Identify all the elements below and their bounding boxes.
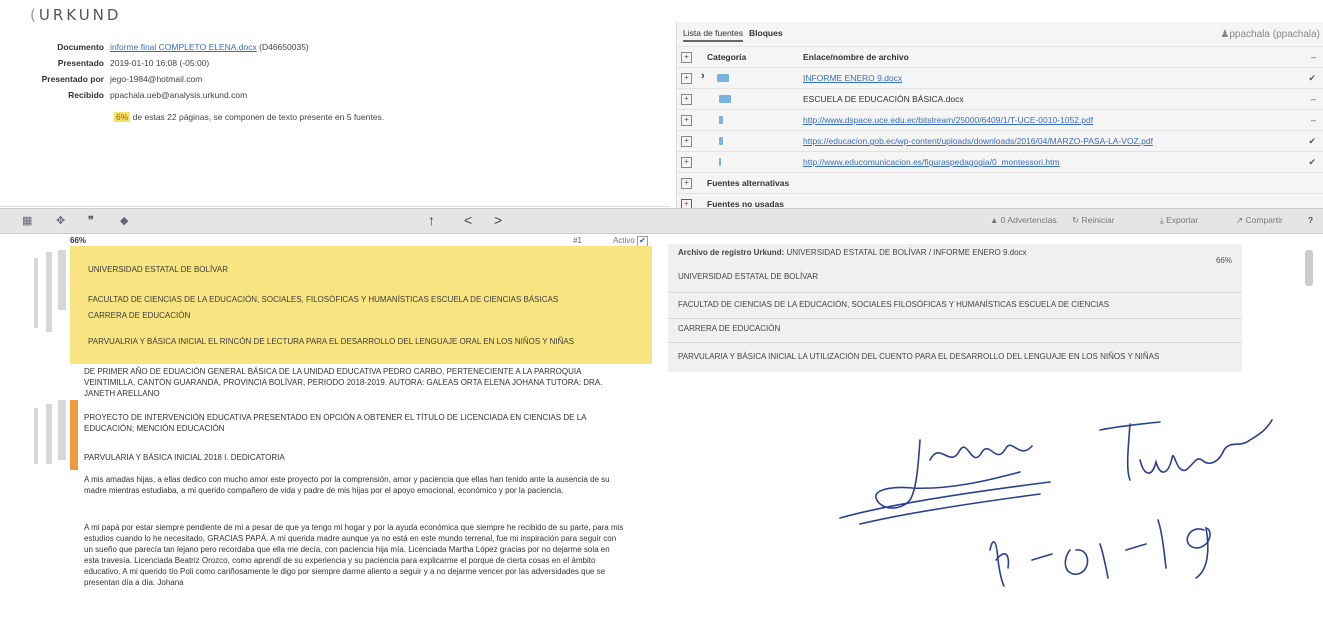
internet-source-icon bbox=[719, 116, 723, 124]
document-icon bbox=[719, 95, 731, 103]
header-minus-icon[interactable]: – bbox=[1311, 52, 1316, 62]
source-row[interactable]: + http://www.educomunicacion.es/figurasp… bbox=[677, 151, 1323, 172]
handwritten-signature bbox=[839, 419, 1273, 587]
move-icon[interactable]: ✥ bbox=[56, 214, 65, 227]
user-account[interactable]: ♟ppachala (ppachala) bbox=[1220, 29, 1320, 40]
document-paragraph: PARVULARIA Y BÁSICA INICIAL 2018 I. DEDI… bbox=[84, 453, 285, 462]
warnings-button[interactable]: ▲ 0 Advertencias. bbox=[990, 215, 1059, 225]
source-checkbox[interactable]: ✔ bbox=[1308, 73, 1316, 84]
scrollbar[interactable] bbox=[1305, 250, 1313, 286]
expand-icon[interactable]: + bbox=[681, 178, 692, 189]
margin-marker bbox=[34, 408, 38, 464]
summary-row: 6% de estas 22 páginas, se componen de t… bbox=[114, 112, 385, 122]
source-checkbox[interactable]: ✔ bbox=[1308, 157, 1316, 168]
document-metadata: Documento informe final COMPLETO ELENA.do… bbox=[0, 36, 670, 207]
source-checkbox[interactable]: – bbox=[1311, 115, 1316, 125]
match-header: 66% #1 Activo ✔ bbox=[70, 236, 652, 247]
document-icon bbox=[717, 74, 729, 82]
recibido-row: Recibido ppachala.ueb@analysis.urkund.com bbox=[68, 90, 248, 100]
expand-icon[interactable]: + bbox=[681, 73, 692, 84]
help-icon[interactable]: ? bbox=[1308, 215, 1313, 225]
document-paragraph: PROYECTO DE INTERVENCIÓN EDUCATIVA PRESE… bbox=[84, 413, 587, 433]
nav-next-button[interactable]: > bbox=[494, 212, 502, 228]
expand-icon[interactable]: + bbox=[681, 136, 692, 147]
margin-marker bbox=[34, 258, 38, 328]
share-icon: ↗ bbox=[1236, 215, 1244, 225]
alternative-sources-row[interactable]: + Fuentes alternativas bbox=[677, 172, 1323, 193]
sources-tabs: Lista de fuentes Bloques bbox=[683, 28, 789, 42]
margin-marker bbox=[46, 252, 52, 332]
match-percent: 66% bbox=[70, 236, 87, 245]
expand-all-icon[interactable]: + bbox=[681, 52, 692, 63]
tag-icon[interactable]: ◆ bbox=[120, 214, 128, 227]
document-paragraph: DE PRIMER AÑO DE EDUACIÓN GENERAL BÁSICA… bbox=[84, 367, 603, 398]
source-row[interactable]: + › INFORME ENERO 9.docx ✔ bbox=[677, 67, 1323, 88]
reset-button[interactable]: ↻ Reiniciar bbox=[1072, 215, 1115, 226]
nav-up-button[interactable]: ↑ bbox=[428, 212, 435, 228]
margin-marker bbox=[58, 400, 66, 460]
source-row[interactable]: + https://educacion.gob.ec/wp-content/up… bbox=[677, 130, 1323, 151]
tab-source-list[interactable]: Lista de fuentes bbox=[683, 28, 744, 42]
document-paragraph: A mi papá por estar siempre pendiente de… bbox=[84, 523, 624, 587]
source-checkbox[interactable]: – bbox=[1311, 94, 1316, 104]
divider bbox=[668, 342, 1242, 343]
tab-blocks[interactable]: Bloques bbox=[749, 28, 783, 38]
match-marker bbox=[70, 400, 78, 470]
chevron-right-icon: › bbox=[701, 70, 705, 82]
share-button[interactable]: ↗ Compartir bbox=[1236, 215, 1283, 226]
toolbar: ▦ ✥ ❞ ◆ ↑ < > ▲ 0 Advertencias. ↻ Reinic… bbox=[0, 208, 1323, 234]
similarity-percent: 6% bbox=[114, 112, 131, 122]
matched-text-block[interactable]: UNIVERSIDAD ESTATAL DE BOLÍVAR FACULTAD … bbox=[70, 246, 652, 364]
margin-marker bbox=[58, 250, 66, 310]
urkund-logo: (URKUND bbox=[30, 6, 122, 24]
source-checkbox[interactable]: ✔ bbox=[1308, 136, 1316, 147]
source-row[interactable]: + ESCUELA DE EDUCACIÓN BÁSICA.docx – bbox=[677, 88, 1323, 109]
warning-icon: ▲ bbox=[990, 215, 999, 225]
internet-source-icon bbox=[719, 158, 721, 166]
refresh-icon: ↻ bbox=[1072, 215, 1080, 225]
nav-prev-button[interactable]: < bbox=[464, 212, 472, 228]
source-match-percent: 66% bbox=[1215, 256, 1232, 265]
source-row[interactable]: + http://www.dspace.uce.edu.ec/bitstream… bbox=[677, 109, 1323, 130]
margin-marker bbox=[46, 404, 52, 464]
expand-icon[interactable]: + bbox=[681, 157, 692, 168]
presentado-row: Presentado 2019-01-10 16:08 (-05:00) bbox=[57, 58, 210, 68]
sources-header: + Categoría Enlace/nombre de archivo – bbox=[677, 46, 1323, 67]
expand-icon[interactable]: + bbox=[681, 115, 692, 126]
quote-icon[interactable]: ❞ bbox=[88, 214, 94, 227]
presentado-por-row: Presentado por jego-1984@hotmail.com bbox=[41, 74, 203, 84]
source-comparison-panel: Archivo de registro Urkund: UNIVERSIDAD … bbox=[668, 244, 1242, 372]
documento-row: Documento informe final COMPLETO ELENA.do… bbox=[57, 42, 309, 52]
divider bbox=[668, 318, 1242, 319]
export-button[interactable]: ⤓ Exportar bbox=[1160, 215, 1198, 226]
document-paragraph: A mis amadas hijas, a ellas dedico con m… bbox=[84, 475, 610, 495]
expand-icon[interactable]: + bbox=[681, 94, 692, 105]
internet-source-icon bbox=[719, 137, 723, 145]
sources-panel: Lista de fuentes Bloques ♟ppachala (ppach… bbox=[676, 22, 1323, 220]
document-link[interactable]: informe final COMPLETO ELENA.docx bbox=[110, 42, 257, 52]
download-icon: ⤓ bbox=[1160, 215, 1164, 225]
source-archive-header: Archivo de registro Urkund: UNIVERSIDAD … bbox=[678, 248, 1027, 257]
divider bbox=[668, 292, 1242, 293]
chart-icon[interactable]: ▦ bbox=[22, 214, 32, 227]
